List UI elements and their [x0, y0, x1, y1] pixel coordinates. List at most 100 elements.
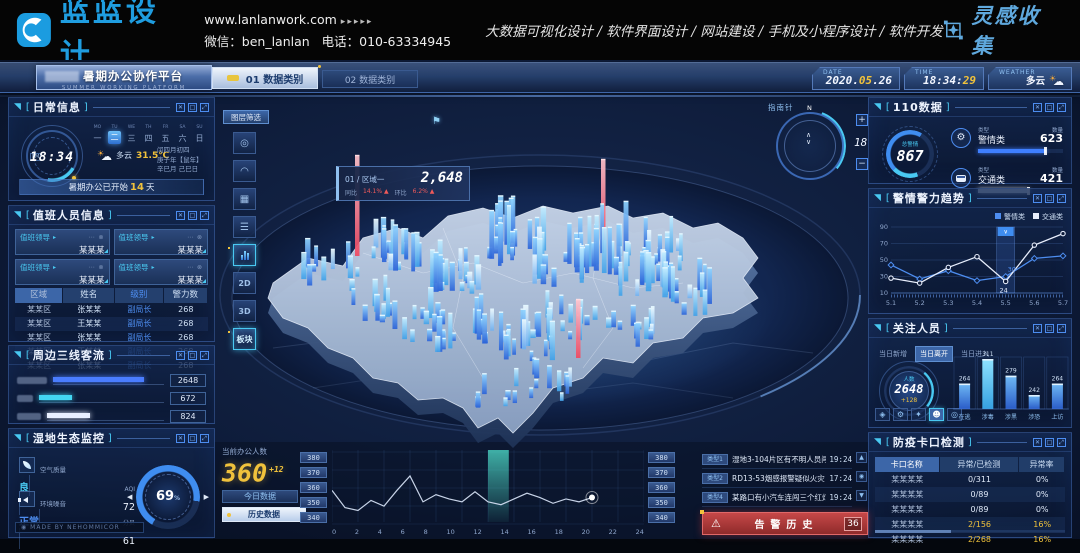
alert-item[interactable]: 类型4某路口有小汽车连闯三个红灯19:24	[702, 488, 852, 507]
close-icon[interactable]: ✕	[1033, 103, 1042, 112]
column-header[interactable]: 异常率	[1019, 457, 1064, 472]
column-header[interactable]: 区域	[15, 288, 62, 303]
focus-tab[interactable]: 当日新增	[875, 347, 911, 361]
history-data-button[interactable]: 历史数据	[222, 507, 306, 522]
tooltip-value: 2,648	[421, 170, 463, 186]
eco-gauge: 69% ◀▶	[136, 465, 200, 529]
chart-layer-button[interactable]	[233, 244, 256, 266]
scroll-dot-button[interactable]: ◉	[856, 471, 867, 482]
table-row[interactable]: 某某区张某某副局长268	[15, 331, 208, 345]
window-icon[interactable]: □	[188, 211, 197, 220]
window-icon[interactable]: □	[1045, 438, 1054, 447]
list-layer-button[interactable]: ☰	[233, 216, 256, 238]
window-icon[interactable]: □	[1045, 324, 1054, 333]
focus-tab[interactable]: 当日离开	[915, 346, 953, 362]
expand-icon[interactable]: ⤢	[200, 434, 209, 443]
expand-icon[interactable]: ⤢	[200, 351, 209, 360]
platform-subtitle: SUMMER WORKING PLATFORM	[53, 84, 195, 90]
table-cell: 张某某	[63, 331, 115, 345]
svg-text:279: 279	[1005, 368, 1017, 375]
today-data-button[interactable]: 今日数据	[222, 490, 298, 503]
window-icon[interactable]: □	[188, 434, 197, 443]
flow-value: 672	[170, 392, 206, 405]
expand-icon[interactable]: ⤢	[1057, 194, 1066, 203]
window-icon[interactable]: □	[1045, 103, 1054, 112]
expand-icon[interactable]: ⤢	[1057, 103, 1066, 112]
mode-block-button[interactable]: 板块	[233, 328, 256, 350]
layer-buttons: ◎ ◠ ▦ ☰ 2D 3D 板块	[233, 132, 256, 350]
inspiration-collect[interactable]: 灵感收集	[943, 0, 1058, 60]
column-header[interactable]: 异常/已检测	[940, 457, 1019, 472]
duty-leader-card[interactable]: 值班领导▸⋯ ⊗某某某	[114, 229, 209, 255]
zoom-in-button[interactable]: +	[856, 114, 868, 126]
more-icon[interactable]: ⋯ ⊗	[187, 234, 203, 241]
column-header[interactable]: 姓名	[63, 288, 114, 303]
expand-icon[interactable]: ⤢	[1057, 438, 1066, 447]
table-row[interactable]: 某某某某0/890%	[875, 502, 1065, 517]
alert-item[interactable]: 类型1湿地3-104片区有不明人员闯入19:24	[702, 450, 852, 469]
expand-icon[interactable]: ⤢	[200, 211, 209, 220]
duty-leader-card[interactable]: 值班领导▸⋯ ⊗某某某	[114, 259, 209, 285]
tab-data-category-2[interactable]: 02 数据类别	[322, 70, 418, 88]
office-count-label: 当前办公人数	[222, 446, 308, 457]
weekday: SU日	[193, 124, 206, 144]
radar-layer-button[interactable]: ◠	[233, 160, 256, 182]
alarm-type-value: 421	[1040, 172, 1063, 185]
star-icon[interactable]: ✦	[911, 408, 926, 421]
table-row[interactable]: 某某区王某某副局长268	[15, 317, 208, 331]
alert-tag: 类型4	[702, 492, 728, 503]
flow-row: 672	[17, 389, 206, 407]
play-icon: ▸	[152, 234, 155, 241]
table-header-row: 区域姓名级别警力数	[15, 288, 208, 303]
layer-filter-title: 图层筛选	[223, 110, 269, 124]
table-scrollbar[interactable]	[875, 530, 1065, 533]
duty-leader-card[interactable]: 值班领导▸⋯ ⊗某某某	[15, 229, 110, 255]
column-header[interactable]: 卡口名称	[875, 457, 939, 472]
close-icon[interactable]: ✕	[1033, 194, 1042, 203]
grid-layer-button[interactable]: ▦	[233, 188, 256, 210]
expand-icon[interactable]: ⤢	[1057, 324, 1066, 333]
table-row[interactable]: 某某区张某某副局长268	[15, 303, 208, 317]
mode-2d-button[interactable]: 2D	[233, 272, 256, 294]
column-header[interactable]: 级别	[115, 288, 162, 303]
close-icon[interactable]: ✕	[176, 434, 185, 443]
zoom-out-button[interactable]: −	[856, 158, 868, 170]
more-icon[interactable]: ⋯ ⊗	[89, 264, 105, 271]
poi-layer-button[interactable]: ◎	[233, 132, 256, 154]
flag-marker-icon[interactable]: ⚑	[432, 116, 441, 127]
alert-history-banner[interactable]: ⚠ 告警历史 36	[702, 512, 868, 535]
close-icon[interactable]: ✕	[176, 103, 185, 112]
window-icon[interactable]: □	[188, 351, 197, 360]
leaf-icon	[19, 457, 35, 473]
weather-condition: 多云	[116, 150, 132, 161]
panel-eco-monitor: ◥[湿地生态监控] ✕□⤢ 空气质量良 AQI72 环境噪音正常 分贝61 69…	[8, 428, 215, 538]
close-icon[interactable]: ✕	[1033, 438, 1042, 447]
scroll-up-button[interactable]: ▲	[856, 452, 867, 463]
close-icon[interactable]: ✕	[1033, 324, 1042, 333]
column-header[interactable]: 警力数	[164, 288, 207, 303]
table-cell: 268	[164, 317, 208, 331]
duty-leader-card[interactable]: 值班领导▸⋯ ⊗某某某	[15, 259, 110, 285]
more-icon[interactable]: ⋯ ⊗	[89, 234, 105, 241]
table-row[interactable]: 某某某某0/3110%	[875, 472, 1065, 487]
tab-data-category-1[interactable]: 01 数据类别	[212, 67, 318, 89]
table-row[interactable]: 某某某某0/890%	[875, 487, 1065, 502]
svg-text:242: 242	[1028, 387, 1040, 394]
detect-value: 0/89	[940, 487, 1020, 502]
close-icon[interactable]: ✕	[176, 351, 185, 360]
close-icon[interactable]: ✕	[176, 211, 185, 220]
expand-icon[interactable]: ⤢	[200, 103, 209, 112]
mode-3d-button[interactable]: 3D	[233, 300, 256, 322]
website-link[interactable]: www.lanlanwork.com	[204, 12, 337, 27]
more-icon[interactable]: ⋯ ⊗	[187, 264, 203, 271]
svg-text:24: 24	[1000, 286, 1008, 294]
alert-item[interactable]: 类型2RD13-53烟感报警疑似火灾17:24	[702, 469, 852, 488]
scroll-down-button[interactable]: ▼	[856, 490, 867, 501]
table-row[interactable]: 某某某某2/26816%	[875, 532, 1065, 547]
gear-icon[interactable]: ⚙	[893, 408, 908, 421]
svg-text:30: 30	[880, 273, 888, 281]
window-icon[interactable]: □	[188, 103, 197, 112]
window-icon[interactable]: □	[1045, 194, 1054, 203]
badge-icon[interactable]: ◈	[875, 408, 890, 421]
person-icon[interactable]: ☻	[929, 408, 944, 421]
